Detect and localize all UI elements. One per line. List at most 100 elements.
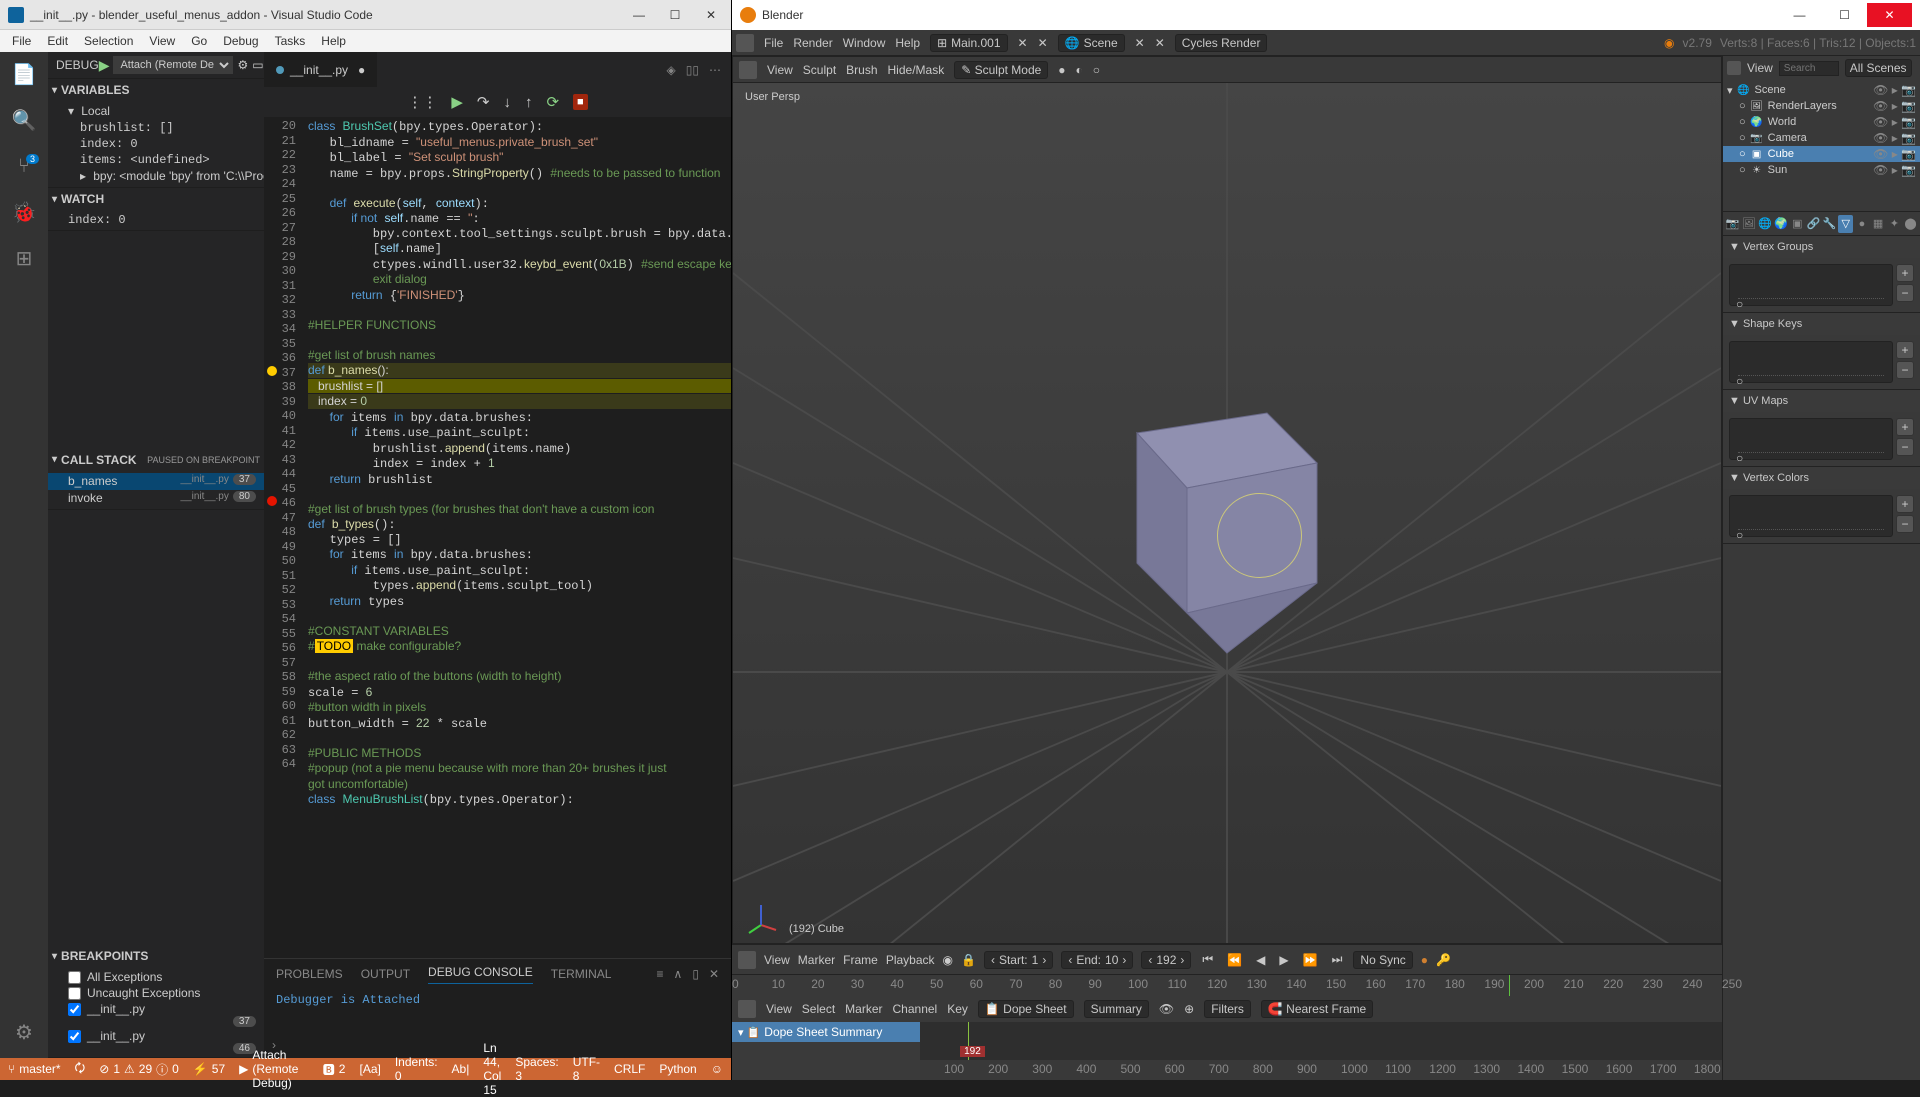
more-icon[interactable]: ⋯ — [709, 63, 721, 77]
debug-console-icon[interactable]: ▭ — [252, 58, 263, 72]
spaces-indicator[interactable]: Spaces: 3 — [515, 1041, 558, 1097]
summary-toggle[interactable]: Summary — [1084, 1000, 1149, 1018]
props-world-icon[interactable]: 🌍 — [1774, 215, 1789, 233]
scope-local[interactable]: ▾ Local — [48, 103, 264, 120]
menu-brush[interactable]: Brush — [846, 63, 877, 77]
stack-frame[interactable]: invoke80__init__.py — [48, 490, 264, 507]
filter-icon[interactable]: ≡ — [657, 967, 664, 981]
editor-type-icon[interactable] — [738, 951, 756, 969]
props-physics-icon[interactable]: ⬤ — [1903, 215, 1918, 233]
props-list[interactable]: ○ — [1729, 418, 1893, 460]
close-button[interactable]: ✕ — [699, 8, 723, 22]
sync-mode[interactable]: No Sync — [1353, 951, 1412, 969]
search-icon[interactable]: 🔍 — [10, 106, 38, 134]
var-bpy[interactable]: ▸ bpy: <module 'bpy' from 'C:\\Progra… — [48, 168, 264, 185]
encoding-indicator[interactable]: UTF-8 — [573, 1041, 600, 1097]
menu-edit[interactable]: Edit — [39, 32, 76, 50]
debug-icon[interactable]: 🐞 — [10, 198, 38, 226]
remove-button[interactable]: − — [1896, 284, 1914, 302]
props-list[interactable]: ○ — [1729, 341, 1893, 383]
bp-file[interactable]: __init__.py46 — [48, 1028, 264, 1055]
start-frame[interactable]: ‹ Start: 1 › — [984, 951, 1053, 969]
play-icon[interactable]: ▶ — [1276, 953, 1291, 967]
play-reverse-icon[interactable]: ◀ — [1253, 953, 1268, 967]
stack-frame[interactable]: b_names37__init__.py — [48, 473, 264, 490]
menu-view[interactable]: View — [767, 63, 793, 77]
filter-icon[interactable]: ⊕ — [1184, 1002, 1194, 1016]
menu-frame[interactable]: Frame — [843, 953, 878, 967]
delete-layout-icon[interactable]: ✕ — [1038, 36, 1048, 50]
explorer-icon[interactable]: 📄 — [10, 60, 38, 88]
props-particles-icon[interactable]: ✦ — [1887, 215, 1902, 233]
code-editor[interactable]: 20 21 22 23 24 25 26 27 28 29 30 31 32 3… — [264, 117, 731, 958]
menu-view[interactable]: View — [141, 32, 183, 50]
split-icon[interactable]: ▯▯ — [686, 63, 699, 77]
start-debug-button[interactable]: ▶ — [99, 57, 110, 74]
minimize-button[interactable]: — — [627, 8, 651, 22]
keyset-icon[interactable]: 🔑 — [1436, 953, 1451, 967]
maximize-button[interactable]: ☐ — [663, 8, 687, 22]
breakpoints-header[interactable]: ▾BREAKPOINTS — [48, 945, 264, 967]
var-brushlist[interactable]: brushlist: [] — [48, 120, 264, 136]
remove-button[interactable]: − — [1896, 515, 1914, 533]
collapse-icon[interactable]: ∧ — [674, 967, 683, 981]
props-object-icon[interactable]: ▣ — [1790, 215, 1805, 233]
var-items[interactable]: items: <undefined> — [48, 152, 264, 168]
jump-start-icon[interactable]: ⏮ — [1199, 952, 1216, 967]
callstack-header[interactable]: ▾CALL STACKPAUSED ON BREAKPOINT — [48, 449, 264, 471]
remove-button[interactable]: − — [1896, 438, 1914, 456]
debug-gear-icon[interactable]: ⚙ — [237, 58, 248, 72]
remove-button[interactable]: − — [1896, 361, 1914, 379]
menu-go[interactable]: Go — [183, 32, 215, 50]
mode-select[interactable]: ✎ Sculpt Mode — [954, 61, 1048, 79]
menu-help[interactable]: Help — [313, 32, 354, 50]
bp-all-exceptions[interactable]: All Exceptions — [48, 969, 264, 985]
menu-view[interactable]: View — [766, 1002, 792, 1016]
filter-icon[interactable]: 👁 — [1159, 1002, 1174, 1016]
props-data-icon[interactable]: ▽ — [1838, 215, 1853, 233]
renderer-select[interactable]: Cycles Render — [1175, 34, 1268, 52]
shading-icon[interactable]: ● — [1058, 63, 1065, 77]
bp-uncaught[interactable]: Uncaught Exceptions — [48, 985, 264, 1001]
restart-button[interactable]: ⟳ — [546, 93, 559, 111]
settings-icon[interactable]: ⚙ — [10, 1018, 38, 1046]
drag-handle-icon[interactable]: ⋮⋮ — [407, 93, 437, 111]
dope-summary-row[interactable]: ▾ 📋 Dope Sheet Summary — [732, 1022, 920, 1042]
debug-config-select[interactable]: Attach (Remote De — [113, 56, 233, 74]
props-modifiers-icon[interactable]: 🔧 — [1822, 215, 1837, 233]
panel-split-icon[interactable]: ▯ — [692, 967, 699, 981]
delete-scene-icon[interactable]: ✕ — [1155, 36, 1165, 50]
props-panel-header[interactable]: ▼ Shape Keys — [1723, 313, 1920, 335]
variables-header[interactable]: ▾VARIABLES — [48, 79, 264, 101]
problems-tab[interactable]: PROBLEMS — [276, 967, 343, 981]
record-icon[interactable]: ◉ — [943, 953, 953, 967]
menu-view[interactable]: View — [764, 953, 790, 967]
menu-file[interactable]: File — [4, 32, 39, 50]
menu-channel[interactable]: Channel — [893, 1002, 938, 1016]
keyframe-next-icon[interactable]: ⏩ — [1300, 953, 1321, 967]
menu-playback[interactable]: Playback — [886, 953, 935, 967]
outliner-item[interactable]: ○ 📷Camera👁 ▸ 📷 — [1723, 130, 1920, 146]
props-material-icon[interactable]: ● — [1854, 215, 1869, 233]
shading-icon[interactable]: ◐ — [1076, 63, 1083, 77]
menu-marker[interactable]: Marker — [845, 1002, 882, 1016]
sync-indicator[interactable]: 🗘 — [75, 1059, 86, 1080]
menu-hidemask[interactable]: Hide/Mask — [888, 63, 945, 77]
outliner-item[interactable]: ▾ 🌐Scene👁 ▸ 📷 — [1723, 82, 1920, 98]
editor-type-icon[interactable] — [739, 61, 757, 79]
autokey-icon[interactable]: ● — [1421, 953, 1428, 967]
add-button[interactable]: + — [1896, 418, 1914, 436]
shading-icon[interactable]: ○ — [1093, 63, 1100, 77]
menu-key[interactable]: Key — [947, 1002, 968, 1016]
maximize-button[interactable]: ☐ — [1822, 3, 1867, 27]
bp-file[interactable]: __init__.py37 — [48, 1001, 264, 1028]
3d-viewport[interactable]: View Sculpt Brush Hide/Mask ✎ Sculpt Mod… — [732, 56, 1722, 944]
problems-indicator[interactable]: ⊘ 1 ⚠ 29 ⓘ 0 — [99, 1061, 179, 1078]
props-scene-icon[interactable]: 🌐 — [1757, 215, 1772, 233]
dope-mode[interactable]: 📋 Dope Sheet — [978, 1000, 1074, 1018]
scene-field[interactable]: 🌐 Scene — [1058, 34, 1125, 52]
regex-indicator[interactable]: [Aa] — [359, 1041, 380, 1097]
editor-type-icon[interactable] — [1727, 61, 1741, 75]
add-layout-icon[interactable]: ✕ — [1018, 36, 1028, 50]
blender-status[interactable]: 🅱 2 — [323, 1061, 346, 1078]
